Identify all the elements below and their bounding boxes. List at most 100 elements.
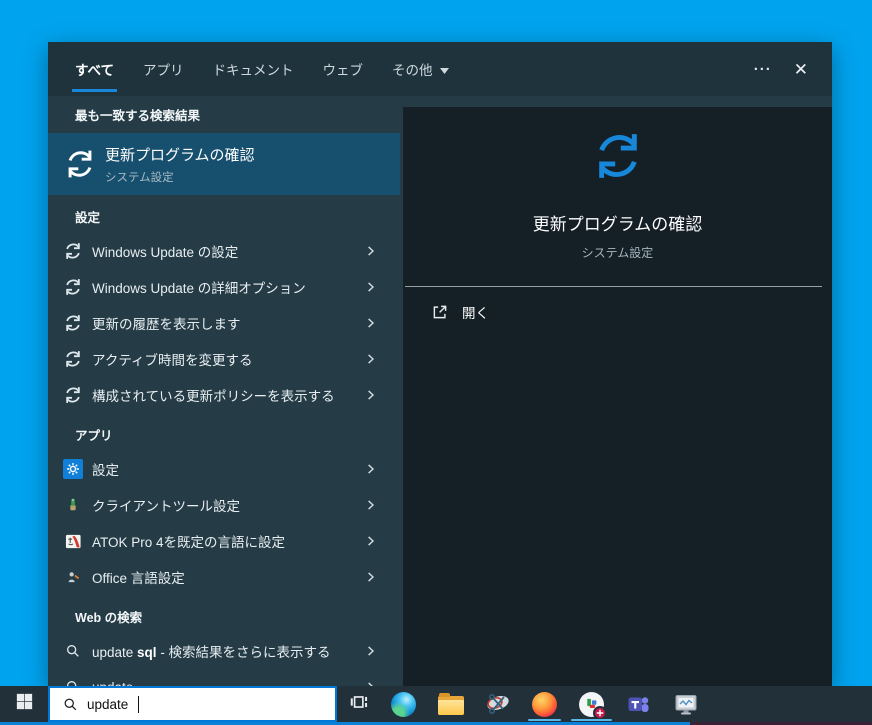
app-item-settings[interactable]: 設定 (48, 451, 400, 487)
suffix-text: - 検索結果をさらに表示する (156, 645, 331, 660)
app-with-badge-icon (579, 691, 607, 720)
chevron-right-icon[interactable] (363, 534, 378, 549)
chevron-right-icon[interactable] (363, 316, 378, 331)
apps-section-header: アプリ (75, 429, 113, 443)
preview-pane: 更新プログラムの確認 システム設定 開く (403, 107, 832, 686)
taskbar-app-firefox[interactable] (521, 686, 568, 722)
system-monitor-icon (673, 692, 699, 716)
list-item-label: Windows Update の詳細オプション (92, 281, 306, 296)
chevron-down-icon (439, 62, 449, 77)
list-item-label: Office 言語設定 (92, 571, 185, 586)
preview-title: 更新プログラムの確認 (532, 215, 703, 234)
chevron-right-icon[interactable] (363, 462, 378, 477)
list-item-label: 構成されている更新ポリシーを表示する (92, 389, 335, 404)
close-button[interactable]: ✕ (794, 61, 808, 78)
settings-item-windows-update-settings[interactable]: Windows Update の設定 (48, 233, 400, 269)
refresh-icon (63, 147, 97, 181)
list-item-label: update sql - 検索結果をさらに表示する (92, 641, 331, 661)
suggested-text: sql (137, 645, 157, 660)
teams-icon (626, 692, 651, 717)
running-indicator (571, 719, 612, 721)
chevron-right-icon[interactable] (363, 570, 378, 585)
tab-more-label: その他 (392, 63, 433, 78)
firefox-icon (532, 691, 557, 717)
windows-start-icon (16, 693, 33, 715)
more-options-button[interactable]: ··· (754, 61, 772, 78)
list-item-label: アクティブ時間を変更する (92, 353, 253, 368)
snipping-tool-icon (485, 692, 511, 716)
search-flyout-panel: すべて アプリ ドキュメント ウェブ その他 ··· ✕ 最も一致する検索結果 (48, 42, 832, 695)
refresh-icon (63, 241, 83, 261)
app-item-office-language[interactable]: Office 言語設定 (48, 559, 400, 595)
atok-icon (63, 531, 83, 551)
running-indicator (528, 719, 561, 721)
refresh-icon (63, 349, 83, 369)
tab-all[interactable]: すべて (71, 59, 118, 92)
settings-item-active-hours[interactable]: アクティブ時間を変更する (48, 341, 400, 377)
app-item-client-tools[interactable]: クライアントツール設定 (48, 487, 400, 523)
tab-more[interactable]: その他 (392, 59, 449, 79)
chevron-right-icon[interactable] (363, 644, 378, 659)
taskbar-app-teams[interactable] (615, 686, 662, 722)
edge-icon (391, 691, 416, 717)
results-list: 最も一致する検索結果 更新プログラムの確認 システム設定 設定 Windows … (48, 96, 400, 695)
open-action[interactable]: 開く (403, 302, 832, 322)
web-search-suggestion[interactable]: update sql - 検索結果をさらに表示する (48, 633, 400, 669)
chevron-right-icon[interactable] (363, 388, 378, 403)
best-match-header: 最も一致する検索結果 (75, 109, 201, 123)
taskbar-app-with-notification[interactable] (568, 686, 615, 722)
settings-gear-icon (63, 459, 83, 479)
best-match-text: 更新プログラムの確認 システム設定 (105, 144, 255, 185)
typed-text: update (92, 645, 138, 660)
web-search-section-header: Web の検索 (75, 611, 143, 625)
list-item-label: クライアントツール設定 (92, 499, 240, 514)
refresh-icon (590, 128, 646, 184)
settings-section-header: 設定 (75, 211, 101, 225)
tab-web[interactable]: ウェブ (323, 59, 364, 79)
start-button[interactable] (0, 686, 48, 722)
search-query-text: update (87, 696, 129, 712)
taskbar-app-system-monitor[interactable] (662, 686, 709, 722)
tab-apps[interactable]: アプリ (143, 59, 184, 79)
taskbar-search-input[interactable]: update (48, 686, 337, 722)
open-external-icon (431, 303, 449, 321)
settings-item-windows-update-advanced[interactable]: Windows Update の詳細オプション (48, 269, 400, 305)
chevron-right-icon[interactable] (363, 498, 378, 513)
preview-divider (405, 286, 822, 287)
search-filter-header: すべて アプリ ドキュメント ウェブ その他 ··· ✕ (48, 42, 832, 96)
open-action-label: 開く (462, 306, 489, 321)
notification-badge-plus-icon (593, 705, 607, 720)
taskbar-app-edge[interactable] (380, 686, 427, 722)
settings-item-update-history[interactable]: 更新の履歴を表示します (48, 305, 400, 341)
search-icon (63, 697, 78, 712)
app-item-atok[interactable]: ATOK Pro 4を既定の言語に設定 (48, 523, 400, 559)
best-match-title: 更新プログラムの確認 (105, 146, 255, 164)
settings-item-update-policies[interactable]: 構成されている更新ポリシーを表示する (48, 377, 400, 413)
text-caret (138, 695, 140, 713)
client-tools-icon (63, 495, 83, 515)
taskbar-app-file-explorer[interactable] (427, 686, 474, 722)
task-view-button[interactable] (337, 686, 380, 722)
filter-tabs: すべて アプリ ドキュメント ウェブ その他 (71, 59, 449, 92)
list-item-label: 設定 (92, 463, 119, 478)
best-match-result[interactable]: 更新プログラムの確認 システム設定 (48, 133, 400, 195)
taskbar-app-snipping-tool[interactable] (474, 686, 521, 722)
task-view-icon (348, 691, 370, 718)
desktop: すべて アプリ ドキュメント ウェブ その他 ··· ✕ 最も一致する検索結果 (0, 0, 872, 725)
chevron-right-icon[interactable] (363, 280, 378, 295)
list-item-label: ATOK Pro 4を既定の言語に設定 (92, 535, 286, 550)
file-explorer-icon (437, 692, 464, 715)
refresh-icon (63, 313, 83, 333)
list-item-label: 更新の履歴を表示します (92, 317, 241, 332)
search-icon (63, 641, 83, 661)
refresh-icon (63, 277, 83, 297)
office-language-icon (63, 567, 83, 587)
tab-documents[interactable]: ドキュメント (213, 59, 294, 79)
taskbar: update (0, 686, 872, 722)
header-controls: ··· ✕ (754, 61, 808, 78)
preview-subtitle: システム設定 (581, 246, 654, 260)
refresh-icon (63, 385, 83, 405)
chevron-right-icon[interactable] (363, 244, 378, 259)
list-item-label: Windows Update の設定 (92, 245, 239, 260)
chevron-right-icon[interactable] (363, 352, 378, 367)
